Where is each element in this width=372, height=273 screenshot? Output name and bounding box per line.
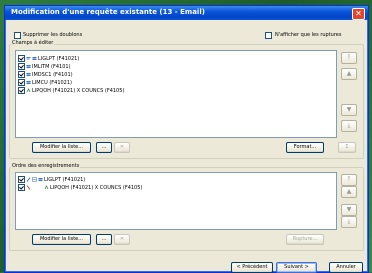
item-label: LIGLPT (F41021) (44, 176, 86, 183)
item-checkbox[interactable] (18, 87, 25, 94)
order-list[interactable]: LIGLPT (F41021) LIPQOH (F41021) X COUNCS… (15, 172, 337, 230)
remove-duplicates-checkbox[interactable] (14, 32, 21, 39)
item-label: LIPQOH (F41021) X COUNCS (F4105) (32, 87, 125, 94)
window-title: Modification d'une requête existante (13… (11, 8, 205, 16)
list-item[interactable]: LIGLPT (F41021) (18, 176, 85, 183)
list-item[interactable]: IMLITM (F4101) (18, 63, 71, 70)
list-item[interactable]: LIPQOH (F41021) X COUNCS (F4105) (18, 87, 124, 94)
list-item[interactable]: LIMCU (F41021) (18, 79, 72, 86)
show-breaks-only-label: N'afficher que les ruptures (275, 32, 342, 38)
break-icon (32, 177, 37, 182)
table-icon (26, 73, 31, 76)
item-label: LIMCU (F41021) (32, 79, 72, 86)
move-top-button[interactable]: ⤒ (341, 52, 357, 64)
cancel-button[interactable]: Annuler (329, 262, 363, 273)
order-modify-list-button[interactable]: Modifier la liste... (32, 234, 91, 245)
fields-group-label: Champs à éditer (11, 40, 55, 46)
sum-button[interactable]: Σ (338, 142, 356, 153)
table-icon (38, 178, 43, 181)
list-item[interactable]: LIPQOH (F41021) X COUNCS (F4105) (18, 184, 142, 191)
fields-delete-button[interactable]: ✕ (114, 142, 130, 153)
table-icon (26, 81, 31, 84)
item-checkbox[interactable] (18, 63, 25, 70)
formula-icon (44, 185, 49, 190)
formula-icon (26, 88, 31, 93)
move-bottom-button[interactable]: ⤓ (341, 120, 357, 132)
order-dots-button[interactable]: ... (96, 234, 112, 245)
order-move-down-button[interactable]: ▼ (341, 204, 357, 216)
item-checkbox[interactable] (18, 176, 25, 183)
close-button[interactable]: ✕ (352, 8, 365, 20)
item-label: LIPQOH (F41021) X COUNCS (F4105) (50, 184, 143, 191)
order-move-up-button[interactable]: ▲ (341, 186, 357, 198)
order-group-label: Ordre des enregistrements (11, 163, 81, 169)
sort-asc-icon (26, 177, 31, 182)
sort-icon (26, 57, 31, 60)
format-button[interactable]: Format... (286, 142, 324, 153)
table-icon (26, 65, 31, 68)
breaks-button[interactable]: Rupture... (286, 234, 324, 245)
previous-button[interactable]: < Précédent (231, 262, 273, 273)
remove-duplicates-label: Supprimer les doublons (23, 32, 83, 38)
fields-modify-list-button[interactable]: Modifier la liste... (32, 142, 91, 153)
item-label: LIGLPT (F41021) (38, 55, 80, 62)
order-move-bottom-button[interactable]: ⤓ (341, 216, 357, 228)
list-item[interactable]: LIGLPT (F41021) (18, 55, 79, 62)
item-checkbox[interactable] (18, 71, 25, 78)
item-label: IMLITM (F4101) (32, 63, 71, 70)
table-icon (32, 57, 37, 60)
order-move-top-button[interactable]: ⤒ (341, 174, 357, 186)
fields-list[interactable]: LIGLPT (F41021) IMLITM (F4101) IMDSC1 (F… (15, 50, 337, 138)
sort-desc-icon (26, 185, 31, 190)
show-breaks-only-checkbox[interactable] (265, 32, 272, 39)
item-checkbox[interactable] (18, 184, 25, 191)
move-down-button[interactable]: ▼ (341, 104, 357, 116)
list-item[interactable]: IMDSC1 (F4101) (18, 71, 73, 78)
dialog-window: Modification d'une requête existante (13… (4, 5, 369, 273)
item-checkbox[interactable] (18, 79, 25, 86)
title-bar[interactable]: Modification d'une requête existante (13… (5, 6, 368, 20)
item-checkbox[interactable] (18, 55, 25, 62)
order-delete-button[interactable]: ✕ (114, 234, 130, 245)
item-label: IMDSC1 (F4101) (32, 71, 73, 78)
move-up-button[interactable]: ▲ (341, 68, 357, 80)
fields-dots-button[interactable]: ... (96, 142, 112, 153)
next-button[interactable]: Suivant > (276, 262, 317, 273)
